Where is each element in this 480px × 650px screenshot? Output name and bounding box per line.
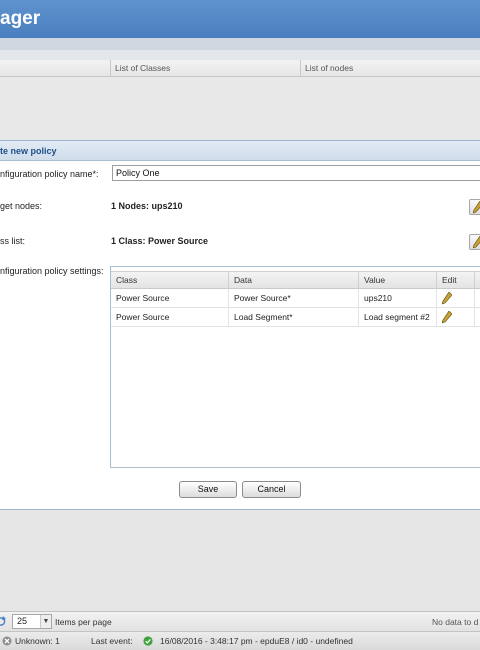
save-button[interactable]: Save bbox=[179, 481, 237, 498]
no-data-text: No data to d bbox=[432, 617, 479, 627]
dialog-title: te new policy bbox=[0, 146, 57, 156]
settings-table-header: Class Data Value Edit bbox=[111, 271, 480, 289]
cancel-button[interactable]: Cancel bbox=[242, 481, 301, 498]
class-list-value: 1 Class: Power Source bbox=[111, 236, 209, 246]
policy-list-header: List of Classes List of nodes bbox=[0, 60, 480, 77]
pencil-icon bbox=[441, 291, 453, 305]
refresh-icon[interactable] bbox=[0, 616, 7, 627]
items-per-page-label: Items per page bbox=[55, 617, 112, 627]
menu-strip bbox=[0, 38, 480, 50]
edit-target-nodes-button[interactable] bbox=[469, 199, 480, 215]
settings-table: Class Data Value Edit Power Source Power… bbox=[110, 266, 480, 468]
cell-value: Load segment #2 bbox=[359, 308, 437, 327]
table-row[interactable]: Power Source Power Source* ups210 bbox=[111, 289, 480, 308]
toolbar-strip bbox=[0, 50, 480, 60]
cell-class: Power Source bbox=[111, 308, 229, 327]
edit-class-list-button[interactable] bbox=[469, 234, 480, 250]
unknown-status-icon bbox=[2, 636, 12, 646]
row-edit-button[interactable] bbox=[437, 289, 475, 308]
pencil-icon bbox=[441, 310, 453, 324]
cell-value: ups210 bbox=[359, 289, 437, 308]
page-size-select[interactable]: 25 ▼ bbox=[12, 614, 52, 629]
last-event-text[interactable]: 16/08/2016 - 3:48:17 pm - epduE8 / id0 -… bbox=[160, 636, 353, 646]
status-bar: Unknown: 1 Last event: 16/08/2016 - 3:48… bbox=[0, 631, 480, 650]
pager-bar: 25 ▼ Items per page No data to d bbox=[0, 611, 480, 631]
header-class[interactable]: Class bbox=[111, 272, 229, 289]
target-nodes-label: get nodes: bbox=[0, 201, 43, 211]
policy-name-label: nfiguration policy name*: bbox=[0, 169, 99, 179]
app-title: ager bbox=[0, 8, 41, 29]
check-circle-icon bbox=[143, 636, 153, 646]
pencil-icon bbox=[473, 201, 480, 214]
cell-data: Power Source* bbox=[229, 289, 359, 308]
cell-class: Power Source bbox=[111, 289, 229, 308]
policy-list-area bbox=[0, 77, 480, 140]
row-edit-button[interactable] bbox=[437, 308, 475, 327]
policy-name-input[interactable] bbox=[112, 165, 480, 181]
page-size-value: 25 bbox=[17, 616, 28, 626]
column-list-of-nodes[interactable]: List of nodes bbox=[300, 60, 480, 77]
unknown-count: Unknown: 1 bbox=[15, 636, 60, 646]
dropdown-caret-icon: ▼ bbox=[40, 615, 51, 628]
column-list-of-classes[interactable]: List of Classes bbox=[110, 60, 300, 77]
target-nodes-value: 1 Nodes: ups210 bbox=[111, 201, 183, 211]
background-list-area bbox=[0, 510, 480, 611]
class-list-label: ss list: bbox=[0, 236, 26, 246]
header-data[interactable]: Data bbox=[229, 272, 359, 289]
pencil-icon bbox=[473, 236, 480, 249]
table-row[interactable]: Power Source Load Segment* Load segment … bbox=[111, 308, 480, 327]
dialog-titlebar: te new policy bbox=[0, 141, 480, 161]
header-value[interactable]: Value bbox=[359, 272, 437, 289]
app-header: ager bbox=[0, 0, 480, 38]
header-edit[interactable]: Edit bbox=[437, 272, 475, 289]
settings-label: nfiguration policy settings: bbox=[0, 266, 104, 276]
last-event-label: Last event: bbox=[91, 636, 133, 646]
cell-data: Load Segment* bbox=[229, 308, 359, 327]
